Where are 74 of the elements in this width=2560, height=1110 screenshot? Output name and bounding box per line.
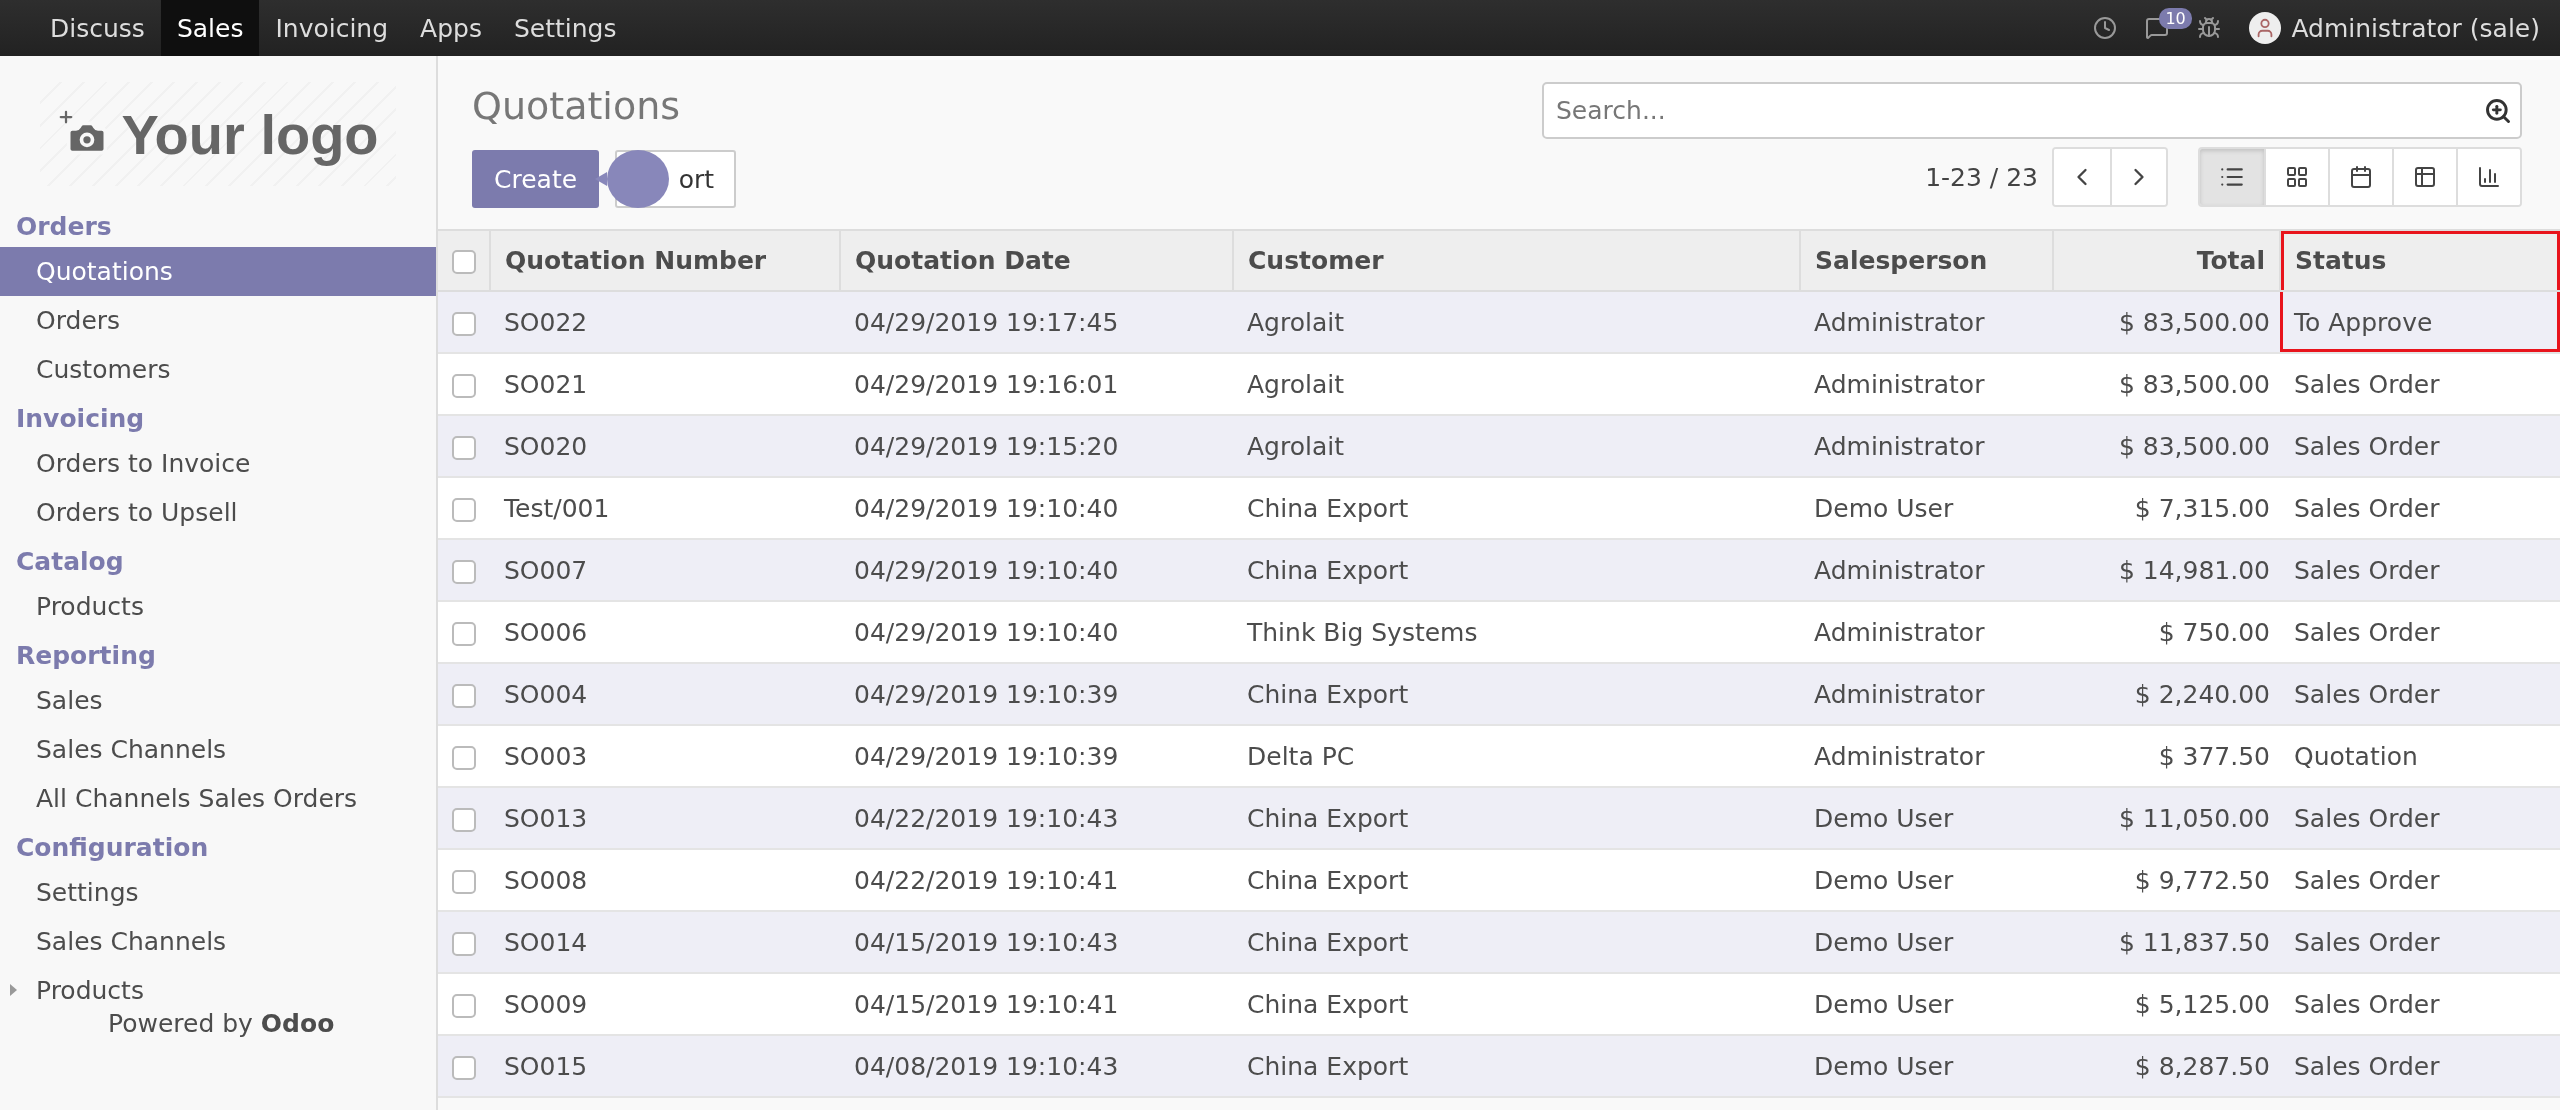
user-menu[interactable]: Administrator (sale) <box>2291 13 2540 43</box>
app-menu-item[interactable]: Sales <box>160 0 260 56</box>
view-switch-button[interactable] <box>2200 149 2264 205</box>
table-cell: Sales Order <box>2280 1035 2560 1097</box>
message-count-badge: 10 <box>2159 8 2192 29</box>
previous-page-button[interactable] <box>2054 149 2110 205</box>
row-checkbox[interactable] <box>452 683 476 708</box>
expand-caret-icon[interactable] <box>10 984 17 996</box>
sidebar-item[interactable]: Sales Channels <box>0 917 436 966</box>
sidebar-item[interactable]: Customers <box>0 345 436 394</box>
column-header[interactable]: Total <box>2053 231 2280 291</box>
search-bar[interactable]: Search... <box>1542 82 2522 139</box>
view-switch-button[interactable] <box>2456 149 2520 205</box>
menu-section-title: Configuration <box>15 832 210 864</box>
column-header[interactable]: Customer <box>1233 231 1800 291</box>
row-checkbox[interactable] <box>452 311 476 336</box>
sidebar-item[interactable]: Orders to Invoice <box>0 439 436 488</box>
table-cell: China Export <box>1233 1035 1800 1097</box>
row-checkbox[interactable] <box>452 931 476 956</box>
row-checkbox[interactable] <box>452 745 476 770</box>
row-checkbox[interactable] <box>452 869 476 894</box>
sidebar-item[interactable]: Settings <box>0 868 436 917</box>
table-cell: 04/08/2019 19:10:43 <box>840 1035 1233 1097</box>
bar-chart-icon <box>2477 165 2501 189</box>
sidebar-item[interactable]: Sales Channels <box>0 725 436 774</box>
column-header[interactable]: Salesperson <box>1800 231 2053 291</box>
view-switch-button[interactable] <box>2264 149 2328 205</box>
grid-view-icon <box>2285 165 2309 189</box>
sidebar-item[interactable]: Orders to Upsell <box>0 488 436 537</box>
logo-placeholder[interactable]: Your logo <box>40 82 396 186</box>
search-field[interactable]: Search... <box>1554 95 2484 126</box>
create-button[interactable]: Create <box>472 150 600 208</box>
row-checkbox[interactable] <box>452 1055 476 1080</box>
sidebar-item[interactable]: All Channels Sales Orders <box>0 774 436 823</box>
bug-icon[interactable] <box>2197 16 2222 40</box>
app-menu-item[interactable]: Settings <box>497 0 633 56</box>
sidebar-item[interactable]: Sales <box>0 676 436 725</box>
pager-text: 1-23 / 23 <box>1925 162 2038 192</box>
menu-section-title: Orders <box>15 211 113 243</box>
menu-section-title: Invoicing <box>15 403 146 435</box>
clock-icon[interactable] <box>2093 16 2118 40</box>
table-cell: SO015 <box>490 1035 840 1097</box>
menu-section-title: Catalog <box>15 546 125 578</box>
table-icon <box>2413 165 2437 189</box>
calendar-icon <box>2349 165 2373 189</box>
column-header[interactable]: Quotation Date <box>840 231 1233 291</box>
app-menu-item[interactable]: Discuss <box>34 0 161 56</box>
search-icon[interactable] <box>2484 96 2512 125</box>
row-checkbox[interactable] <box>452 435 476 460</box>
next-page-button[interactable] <box>2110 149 2166 205</box>
table-cell: To Approve <box>2280 291 2560 353</box>
sidebar-item[interactable]: Orders <box>0 296 436 345</box>
sidebar-item[interactable]: Quotations <box>0 247 436 296</box>
row-checkbox[interactable] <box>452 373 476 398</box>
select-all-checkbox[interactable] <box>451 250 476 274</box>
sidebar-item[interactable]: Products <box>0 582 436 631</box>
table-cell: Demo User <box>1800 1035 2053 1097</box>
row-checkbox[interactable] <box>452 807 476 832</box>
column-header[interactable]: Quotation Number <box>490 231 840 291</box>
app-menu-item[interactable]: Apps <box>404 0 498 56</box>
row-checkbox[interactable] <box>452 497 476 522</box>
view-switch-button[interactable] <box>2392 149 2456 205</box>
powered-by-text: Powered by Odoo <box>107 1009 336 1038</box>
app-menu-item[interactable]: Invoicing <box>259 0 405 56</box>
view-switch-button[interactable] <box>2328 149 2392 205</box>
column-header[interactable]: Status <box>2280 231 2560 291</box>
menu-section-title: Reporting <box>15 640 157 672</box>
row-checkbox[interactable] <box>452 993 476 1018</box>
page-title: Quotations <box>472 84 682 128</box>
avatar-icon[interactable] <box>2249 12 2282 44</box>
row-checkbox[interactable] <box>452 559 476 584</box>
logo-text: Your logo <box>121 101 379 167</box>
table-cell: $ 8,287.50 <box>2053 1035 2280 1097</box>
row-checkbox[interactable] <box>452 621 476 646</box>
